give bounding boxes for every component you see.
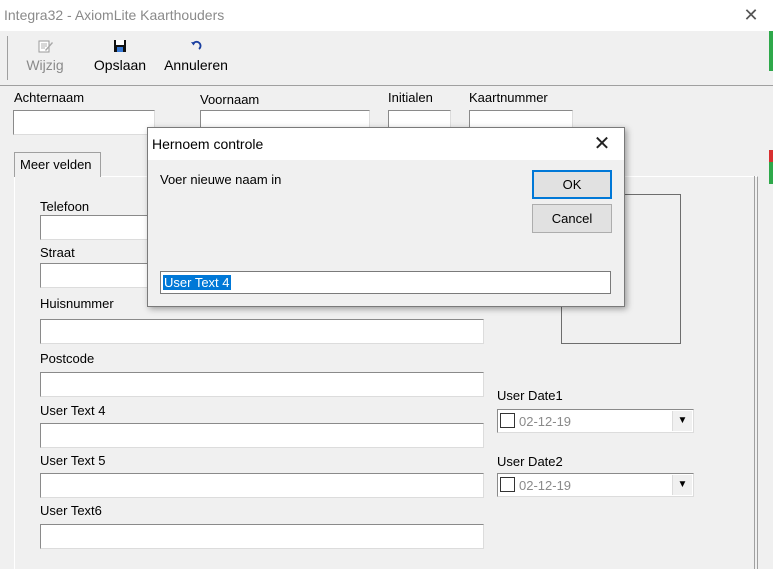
dialog-close-button[interactable]: ✕ — [589, 131, 615, 157]
telefoon-field[interactable] — [40, 215, 150, 240]
chevron-down-icon[interactable]: ▼ — [672, 475, 692, 495]
new-name-input[interactable]: User Text 4 — [160, 271, 611, 294]
toolbar-grip — [7, 36, 9, 80]
straat-label: Straat — [40, 245, 75, 260]
telefoon-label: Telefoon — [40, 199, 90, 214]
user-text-6-field[interactable] — [40, 524, 484, 549]
user-date-2-picker[interactable]: 02-12-19 ▼ — [497, 473, 694, 497]
floppy-disk-icon — [90, 38, 150, 54]
cancel-toolbar-button[interactable]: Annuleren — [160, 36, 232, 80]
edge-indicator — [769, 150, 773, 162]
cancel-toolbar-label: Annuleren — [164, 57, 228, 73]
voornaam-label: Voornaam — [200, 92, 260, 107]
edge-indicator — [769, 31, 773, 71]
undo-icon — [160, 38, 232, 54]
straat-field[interactable] — [40, 263, 150, 288]
kaartnummer-label: Kaartnummer — [469, 90, 548, 105]
window-close-button[interactable]: ✕ — [740, 4, 762, 26]
dialog-title: Hernoem controle — [152, 136, 264, 152]
window-title: Integra32 - AxiomLite Kaarthouders — [4, 7, 225, 23]
huisnummer-label: Huisnummer — [40, 296, 114, 311]
edit-button-label: Wijzig — [26, 57, 64, 73]
user-text-5-field[interactable] — [40, 473, 484, 498]
user-text-6-label: User Text6 — [40, 503, 102, 518]
pencil-icon — [20, 38, 70, 54]
user-date-1-label: User Date1 — [497, 388, 563, 403]
tab-panel-edge — [754, 176, 758, 569]
user-date-2-checkbox[interactable] — [500, 477, 515, 492]
edge-indicator — [769, 162, 773, 184]
user-date-1-picker[interactable]: 02-12-19 ▼ — [497, 409, 694, 433]
tab-meer-velden-label: Meer velden — [20, 157, 92, 172]
user-date-2-label: User Date2 — [497, 454, 563, 469]
user-text-4-label: User Text 4 — [40, 403, 106, 418]
achternaam-field[interactable] — [13, 110, 155, 135]
user-date-1-value: 02-12-19 — [519, 414, 572, 429]
user-date-1-checkbox[interactable] — [500, 413, 515, 428]
dialog-prompt: Voer nieuwe naam in — [160, 172, 282, 187]
edit-button[interactable]: Wijzig — [20, 36, 70, 80]
ok-button[interactable]: OK — [532, 170, 612, 199]
save-button[interactable]: Opslaan — [90, 36, 150, 80]
cancel-button[interactable]: Cancel — [532, 204, 612, 233]
new-name-input-value: User Text 4 — [163, 275, 231, 290]
user-text-4-field[interactable] — [40, 423, 484, 448]
achternaam-label: Achternaam — [14, 90, 85, 105]
chevron-down-icon[interactable]: ▼ — [672, 411, 692, 431]
postcode-field[interactable] — [40, 372, 484, 397]
save-button-label: Opslaan — [93, 57, 147, 73]
huisnummer-field[interactable] — [40, 319, 484, 344]
initialen-label: Initialen — [388, 90, 433, 105]
user-date-2-value: 02-12-19 — [519, 478, 572, 493]
user-text-5-label: User Text 5 — [40, 453, 106, 468]
postcode-label: Postcode — [40, 351, 95, 366]
